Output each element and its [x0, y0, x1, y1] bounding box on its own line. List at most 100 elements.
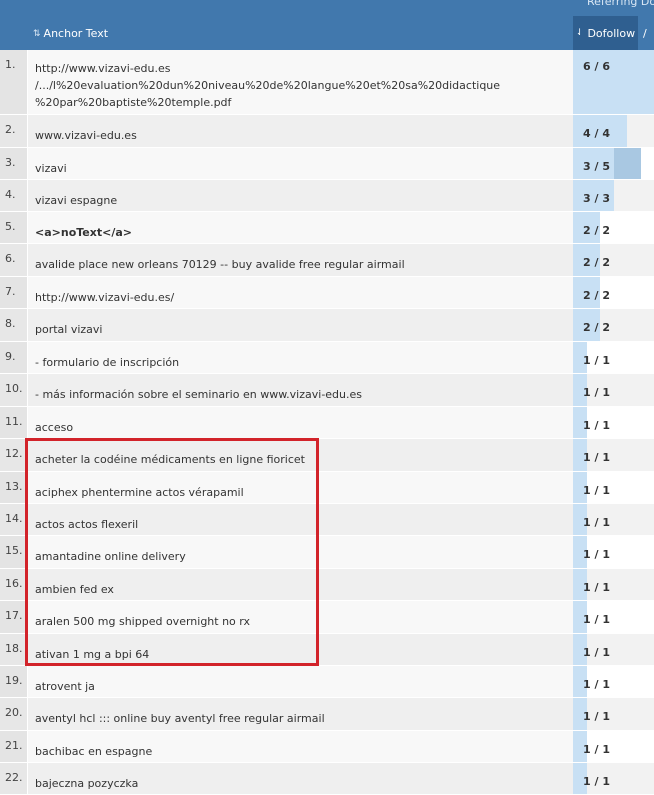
anchor-text-line: atrovent ja — [35, 680, 95, 693]
anchor-text-line: /.../l%20evaluation%20dun%20niveau%20de%… — [35, 79, 501, 92]
total-column-header[interactable]: / — [643, 27, 647, 40]
table-row[interactable]: 14. actos actos flexeril 1 / 1 — [0, 504, 654, 536]
row-number: 7. — [0, 277, 28, 309]
row-number: 12. — [0, 439, 28, 472]
anchor-text-line: aventyl hcl ::: online buy aventyl free … — [35, 712, 325, 725]
sort-icon: ⇅ — [33, 28, 41, 39]
row-number: 18. — [0, 634, 28, 666]
anchor-text-line: aciphex phentermine actos vérapamil — [35, 486, 244, 499]
anchor-text-cell: actos actos flexeril — [28, 504, 573, 536]
table-row[interactable]: 18. ativan 1 mg a bpi 64 1 / 1 — [0, 634, 654, 666]
anchor-text-cell: http://www.vizavi-edu.es /.../l%20evaluat… — [28, 50, 573, 115]
anchor-text-line: aralen 500 mg shipped overnight no rx — [35, 615, 251, 628]
table-row[interactable]: 20. aventyl hcl ::: online buy aventyl fr… — [0, 698, 654, 731]
row-number-header — [0, 0, 28, 50]
table-row[interactable]: 13. aciphex phentermine actos vérapamil 1 … — [0, 472, 654, 504]
table-row[interactable]: 11. acceso 1 / 1 — [0, 407, 654, 439]
anchor-text-header-label: Anchor Text — [43, 27, 109, 40]
anchor-text-cell: portal vizavi — [28, 309, 573, 342]
table-row[interactable]: 21. bachibac en espagne 1 / 1 — [0, 731, 654, 763]
anchor-text-line: ativan 1 mg a bpi 64 — [35, 648, 150, 661]
dofollow-count: 1 / 1 — [583, 386, 610, 399]
anchor-text-column-header[interactable]: ⇅ Anchor Text — [33, 27, 108, 40]
dofollow-count: 6 / 6 — [583, 60, 610, 73]
anchor-text-line: www.vizavi-edu.es — [35, 129, 137, 142]
dofollow-count: 1 / 1 — [583, 548, 610, 561]
dofollow-count: 1 / 1 — [583, 743, 610, 756]
dofollow-count: 1 / 1 — [583, 775, 610, 788]
table-row[interactable]: 10. - más información sobre el seminario … — [0, 374, 654, 407]
anchor-text-cell: http://www.vizavi-edu.es/ — [28, 277, 573, 309]
table-row[interactable]: 9. - formulario de inscripción 1 / 1 — [0, 342, 654, 374]
row-number: 17. — [0, 601, 28, 634]
anchor-text-line: portal vizavi — [35, 323, 103, 336]
row-number: 3. — [0, 148, 28, 180]
row-number: 20. — [0, 698, 28, 731]
anchor-text-line: vizavi espagne — [35, 194, 118, 207]
table-row[interactable]: 17. aralen 500 mg shipped overnight no rx… — [0, 601, 654, 634]
table-row[interactable]: 8. portal vizavi 2 / 2 — [0, 309, 654, 342]
dofollow-cell: 1 / 1 — [573, 374, 654, 407]
row-number: 15. — [0, 536, 28, 569]
row-number: 1. — [0, 50, 28, 115]
dofollow-count: 2 / 2 — [583, 224, 610, 237]
anchor-text-line: bachibac en espagne — [35, 745, 153, 758]
dofollow-cell: 2 / 2 — [573, 212, 654, 244]
dofollow-cell: 1 / 1 — [573, 342, 654, 374]
dofollow-cell: 1 / 1 — [573, 472, 654, 504]
anchor-text-cell: bachibac en espagne — [28, 731, 573, 763]
dofollow-count: 1 / 1 — [583, 581, 610, 594]
anchor-text-cell: <a>noText</a> — [28, 212, 573, 244]
anchor-text-line: avalide place new orleans 70129 -- buy a… — [35, 258, 405, 271]
table-header: Referring Do ⇅ Anchor Text ⇃ Dofollow / — [0, 0, 654, 50]
dofollow-count: 2 / 2 — [583, 289, 610, 302]
dofollow-cell: 1 / 1 — [573, 407, 654, 439]
row-number: 19. — [0, 666, 28, 698]
table-row[interactable]: 5. <a>noText</a> 2 / 2 — [0, 212, 654, 244]
dofollow-cell: 1 / 1 — [573, 634, 654, 666]
dofollow-cell: 2 / 2 — [573, 244, 654, 277]
row-number: 4. — [0, 180, 28, 212]
anchor-text-table-body: 1. http://www.vizavi-edu.es /.../l%20evalu… — [0, 50, 654, 795]
dofollow-count: 1 / 1 — [583, 451, 610, 464]
referring-domains-group-label: Referring Do — [587, 0, 654, 8]
anchor-text-line: actos actos flexeril — [35, 518, 139, 531]
dofollow-cell: 1 / 1 — [573, 698, 654, 731]
table-row[interactable]: 2. www.vizavi-edu.es 4 / 4 — [0, 115, 654, 148]
dofollow-cell: 1 / 1 — [573, 439, 654, 472]
table-row[interactable]: 4. vizavi espagne 3 / 3 — [0, 180, 654, 212]
anchor-text-line: - más información sobre el seminario en … — [35, 388, 363, 401]
table-row[interactable]: 12. acheter la codéine médicaments en lig… — [0, 439, 654, 472]
anchor-text-cell: - más información sobre el seminario en … — [28, 374, 573, 407]
dofollow-header-label: Dofollow — [587, 26, 636, 40]
anchor-text-cell: www.vizavi-edu.es — [28, 115, 573, 148]
anchor-text-cell: aciphex phentermine actos vérapamil — [28, 472, 573, 504]
row-number: 10. — [0, 374, 28, 407]
table-row[interactable]: 7. http://www.vizavi-edu.es/2 / 2 — [0, 277, 654, 309]
dofollow-cell: 1 / 1 — [573, 666, 654, 698]
dofollow-cell: 6 / 6 — [573, 50, 654, 115]
anchor-text-cell: ambien fed ex — [28, 569, 573, 601]
dofollow-count: 3 / 5 — [583, 160, 610, 173]
dofollow-count: 1 / 1 — [583, 516, 610, 529]
table-row[interactable]: 15. amantadine online delivery 1 / 1 — [0, 536, 654, 569]
table-row[interactable]: 6. avalide place new orleans 70129 -- buy… — [0, 244, 654, 277]
row-number: 6. — [0, 244, 28, 277]
dofollow-cell: 1 / 1 — [573, 763, 654, 795]
table-row[interactable]: 1. http://www.vizavi-edu.es /.../l%20evalu… — [0, 50, 654, 115]
anchor-text-cell: atrovent ja — [28, 666, 573, 698]
row-number: 21. — [0, 731, 28, 763]
dofollow-column-header[interactable]: ⇃ Dofollow — [573, 16, 638, 50]
table-row[interactable]: 22. bajeczna pozyczka 1 / 1 — [0, 763, 654, 795]
sort-desc-icon: ⇃ — [575, 28, 584, 38]
anchor-text-line: http://www.vizavi-edu.es — [35, 62, 171, 75]
table-row[interactable]: 3. vizavi 3 / 5 — [0, 148, 654, 180]
dofollow-count: 1 / 1 — [583, 613, 610, 626]
anchor-text-cell: acceso — [28, 407, 573, 439]
row-number: 16. — [0, 569, 28, 601]
table-row[interactable]: 19. atrovent ja 1 / 1 — [0, 666, 654, 698]
table-row[interactable]: 16. ambien fed ex 1 / 1 — [0, 569, 654, 601]
anchor-text-cell: aventyl hcl ::: online buy aventyl free … — [28, 698, 573, 731]
dofollow-cell: 2 / 2 — [573, 277, 654, 309]
dofollow-count: 1 / 1 — [583, 646, 610, 659]
